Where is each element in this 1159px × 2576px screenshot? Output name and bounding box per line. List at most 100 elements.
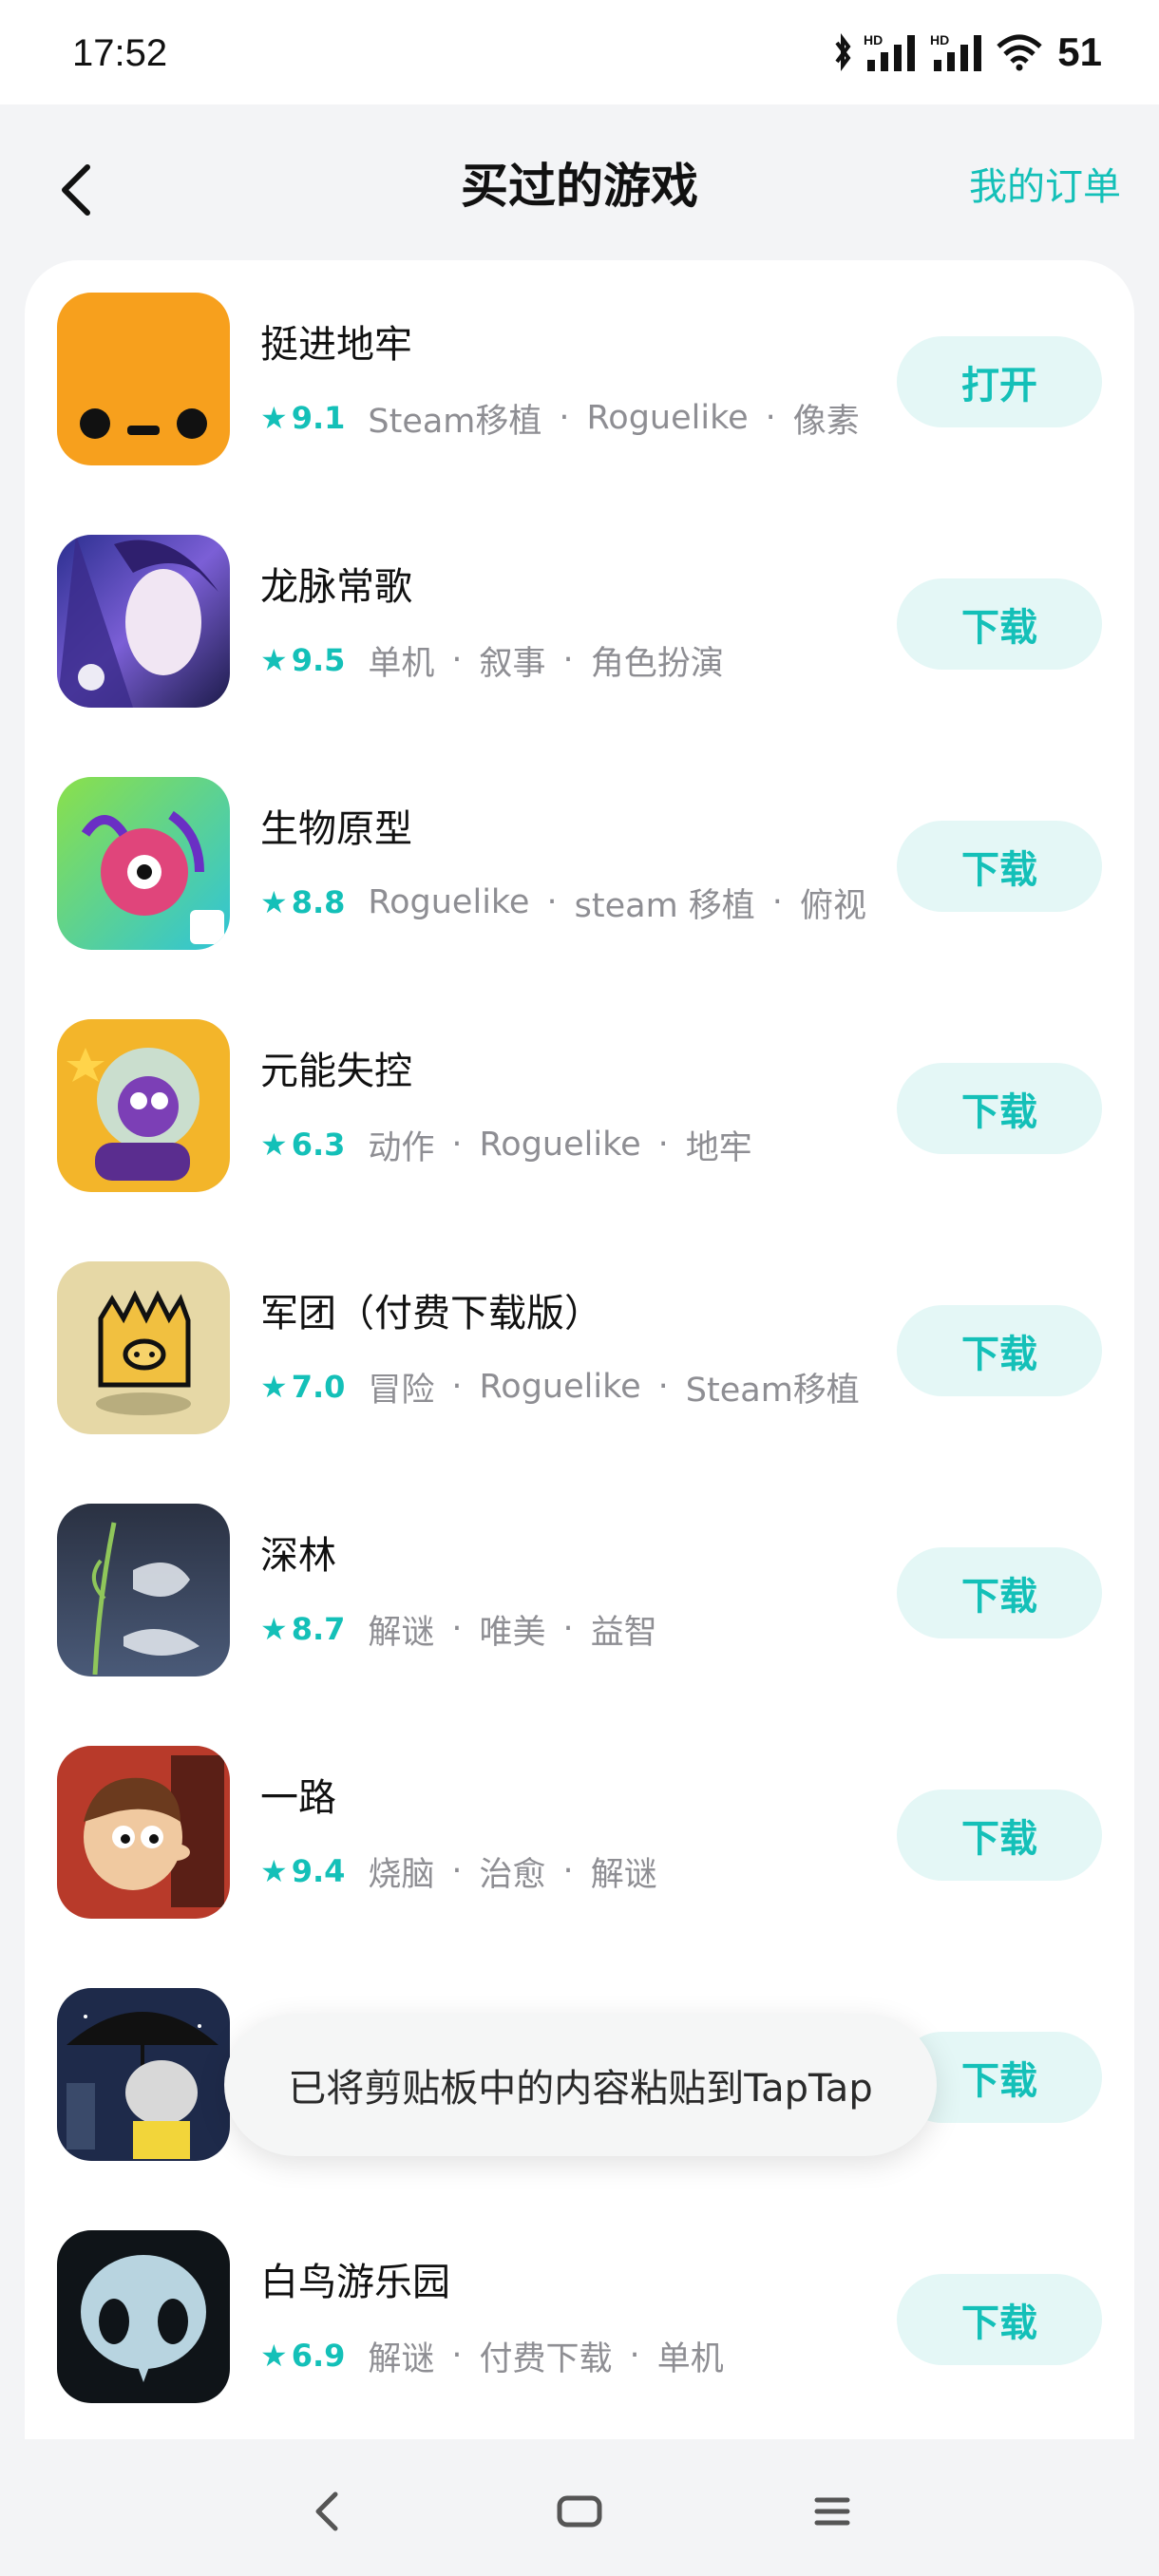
game-tag: 俯视 xyxy=(799,886,866,925)
game-meta: ★ 9.5 单机 · 叙事 · 角色扮演 xyxy=(260,637,724,683)
game-meta: ★ 9.4 烧脑 · 治愈 · 解谜 xyxy=(260,1848,657,1894)
header: 买过的游戏 我的订单 xyxy=(0,104,1159,256)
game-tag: 地牢 xyxy=(685,1128,752,1167)
battery-level: 51 xyxy=(1057,29,1102,74)
game-meta: ★ 9.1 Steam移植 · Roguelike · 像素 xyxy=(260,395,860,441)
separator-dot: · xyxy=(562,641,574,679)
separator-dot: · xyxy=(546,883,558,921)
game-tag: 治愈 xyxy=(479,1855,546,1894)
separator-dot: · xyxy=(559,399,570,437)
deep-in-the-woods-icon xyxy=(57,1504,230,1676)
game-tag: Roguelike xyxy=(479,1368,641,1406)
separator-dot: · xyxy=(451,2337,463,2375)
game-name: 生物原型 xyxy=(260,807,412,851)
game-name: 元能失控 xyxy=(260,1050,412,1093)
game-tag: 单机 xyxy=(656,2339,724,2378)
game-row[interactable]: 军团（付费下载版） ★ 7.0 冒险 · Roguelike · Steam移植… xyxy=(25,1229,1134,1471)
star-icon: ★ xyxy=(260,400,288,436)
game-tag: 解谜 xyxy=(368,2339,435,2378)
game-rating: 7.0 xyxy=(291,1369,346,1405)
game-name: 挺进地牢 xyxy=(260,323,412,367)
download-button[interactable]: 下载 xyxy=(897,1547,1102,1638)
star-icon: ★ xyxy=(260,2338,288,2374)
open-button[interactable]: 打开 xyxy=(897,336,1102,427)
status-bar: 17:52 HD HD 51 xyxy=(0,0,1159,104)
game-tag: 解谜 xyxy=(590,1855,657,1894)
game-rating: 9.4 xyxy=(291,1853,346,1889)
astronaut-icon xyxy=(57,1019,230,1192)
separator-dot: · xyxy=(657,1368,669,1406)
game-tag: 烧脑 xyxy=(368,1855,435,1894)
nav-home-button[interactable] xyxy=(542,2473,618,2549)
separator-dot: · xyxy=(629,2337,640,2375)
game-row[interactable]: 一路 ★ 9.4 烧脑 · 治愈 · 解谜 下载 xyxy=(25,1714,1134,1956)
game-name: 军团（付费下载版） xyxy=(260,1292,602,1335)
game-row[interactable]: 深林 ★ 8.7 解谜 · 唯美 · 益智 下载 xyxy=(25,1471,1134,1714)
system-nav-bar xyxy=(0,2439,1159,2576)
game-tag: 单机 xyxy=(368,644,435,683)
status-time: 17:52 xyxy=(72,32,168,74)
download-button[interactable]: 下载 xyxy=(897,1063,1102,1154)
separator-dot: · xyxy=(771,883,783,921)
separator-dot: · xyxy=(657,1126,669,1164)
game-meta: ★ 6.9 解谜 · 付费下载 · 单机 xyxy=(260,2333,724,2378)
back-icon xyxy=(315,2491,338,2531)
game-tag: 角色扮演 xyxy=(590,644,724,683)
svg-text:HD: HD xyxy=(864,32,883,47)
download-button[interactable]: 下载 xyxy=(897,1305,1102,1396)
game-name: 深林 xyxy=(260,1534,336,1578)
game-tag: Roguelike xyxy=(368,883,530,921)
separator-dot: · xyxy=(562,1852,574,1890)
enter-the-gungeon-icon xyxy=(57,293,230,465)
download-button[interactable]: 下载 xyxy=(897,2274,1102,2365)
game-tag: 益智 xyxy=(590,1613,657,1652)
game-row[interactable]: 元能失控 ★ 6.3 动作 · Roguelike · 地牢 下载 xyxy=(25,987,1134,1229)
game-row[interactable]: 龙脉常歌 ★ 9.5 单机 · 叙事 · 角色扮演 下载 xyxy=(25,502,1134,745)
nav-back-button[interactable] xyxy=(289,2473,365,2549)
game-tag: Steam移植 xyxy=(368,402,542,441)
nav-menu-button[interactable] xyxy=(794,2473,870,2549)
separator-dot: · xyxy=(451,1852,463,1890)
separator-dot: · xyxy=(451,1610,463,1648)
star-icon: ★ xyxy=(260,1853,288,1889)
game-tag: steam 移植 xyxy=(574,886,755,925)
star-icon: ★ xyxy=(260,1611,288,1647)
game-rating: 6.3 xyxy=(291,1127,346,1163)
game-tag: 冒险 xyxy=(368,1371,435,1410)
game-meta: ★ 7.0 冒险 · Roguelike · Steam移植 xyxy=(260,1364,860,1410)
game-tag: Steam移植 xyxy=(685,1371,860,1410)
game-tag: 唯美 xyxy=(479,1613,546,1652)
game-name: 龙脉常歌 xyxy=(260,565,412,609)
game-name: 白鸟游乐园 xyxy=(260,2261,450,2304)
star-icon: ★ xyxy=(260,642,288,678)
separator-dot: · xyxy=(451,1368,463,1406)
signal-hd-icon-2: HD xyxy=(930,32,982,71)
download-button[interactable]: 下载 xyxy=(897,1790,1102,1881)
game-meta: ★ 6.3 动作 · Roguelike · 地牢 xyxy=(260,1122,752,1167)
game-tag: 像素 xyxy=(792,402,860,441)
game-meta: ★ 8.8 Roguelike · steam 移植 · 俯视 xyxy=(260,880,866,925)
game-rating: 9.1 xyxy=(291,400,346,436)
game-rating: 6.9 xyxy=(291,2338,346,2374)
star-icon: ★ xyxy=(260,884,288,920)
star-icon: ★ xyxy=(260,1369,288,1405)
game-row[interactable]: 挺进地牢 ★ 9.1 Steam移植 · Roguelike · 像素 打开 xyxy=(25,260,1134,502)
game-row[interactable]: 白鸟游乐园 ★ 6.9 解谜 · 付费下载 · 单机 下载 xyxy=(25,2198,1134,2440)
game-rating: 8.7 xyxy=(291,1611,346,1647)
bluetooth-icon xyxy=(835,33,851,71)
game-row[interactable]: 生物原型 ★ 8.8 Roguelike · steam 移植 · 俯视 下载 xyxy=(25,745,1134,987)
download-button[interactable]: 下载 xyxy=(897,578,1102,670)
download-button[interactable]: 下载 xyxy=(897,821,1102,912)
creature-icon xyxy=(57,777,230,950)
star-icon: ★ xyxy=(260,1127,288,1163)
game-tag: 动作 xyxy=(368,1128,435,1167)
purchased-games-list: 挺进地牢 ★ 9.1 Steam移植 · Roguelike · 像素 打开 龙… xyxy=(25,260,1134,2559)
game-tag: 叙事 xyxy=(479,644,546,683)
cartoon-boy-icon xyxy=(57,1746,230,1919)
white-bird-icon xyxy=(57,2230,230,2403)
game-meta: ★ 8.7 解谜 · 唯美 · 益智 xyxy=(260,1606,657,1652)
crowned-pig-icon xyxy=(57,1261,230,1434)
umbrella-cat-icon xyxy=(57,1988,230,2161)
my-orders-link[interactable]: 我的订单 xyxy=(969,156,1121,211)
separator-dot: · xyxy=(562,1610,574,1648)
